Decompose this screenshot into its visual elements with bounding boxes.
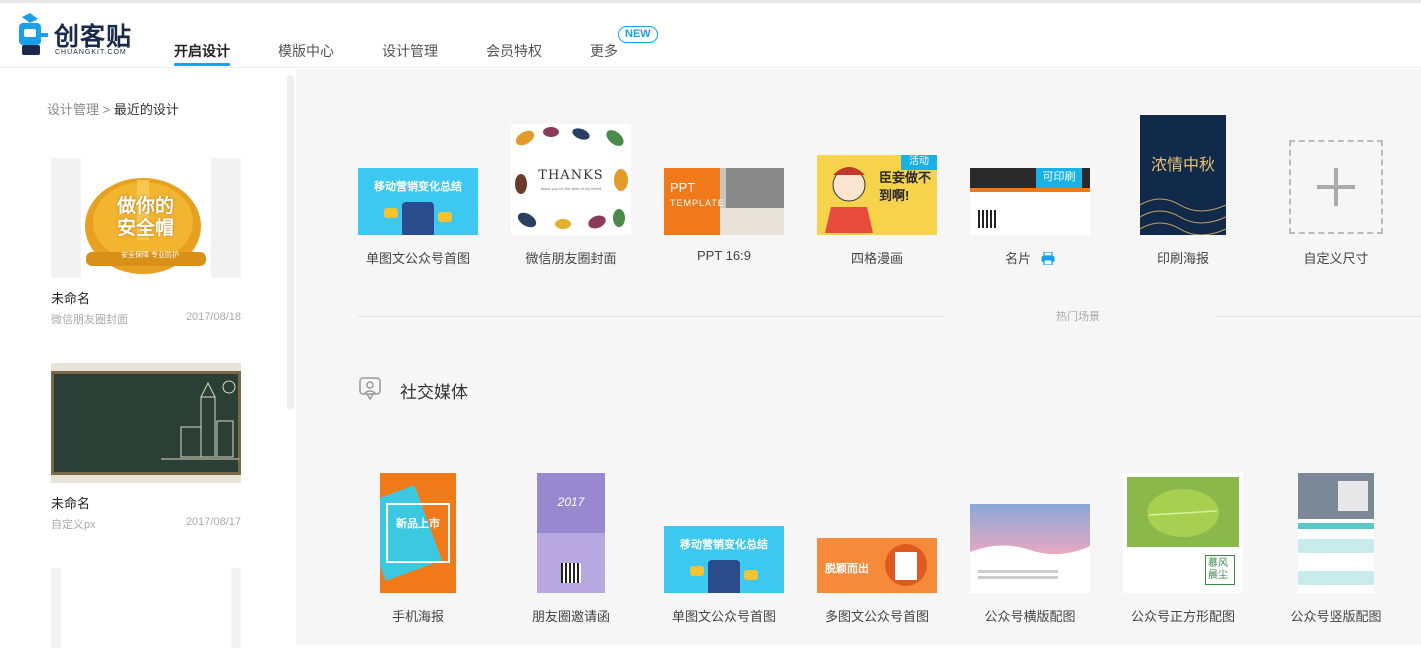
divider-line xyxy=(358,316,945,317)
nav-member-privileges[interactable]: 会员特权 xyxy=(486,41,542,61)
design-meta: 微信朋友圈封面 2017/08/18 xyxy=(51,311,241,327)
template-label[interactable]: 单图文公众号首图 xyxy=(644,606,804,625)
custom-size-button[interactable] xyxy=(1289,140,1383,234)
breadcrumb: 设计管理 > 最近的设计 xyxy=(47,99,179,118)
main-area: 移动营销变化总结 单图文公众号首图 THANKS thank you for t… xyxy=(296,69,1421,645)
comic-character-image xyxy=(825,167,873,233)
template-label[interactable]: 微信朋友圈封面 xyxy=(491,248,651,267)
template-thumb-business-card[interactable]: 可印刷 xyxy=(970,168,1090,235)
template-thumb-horizontal-image[interactable] xyxy=(970,504,1090,593)
template-label[interactable]: 公众号正方形配图 xyxy=(1103,606,1263,625)
template-label[interactable]: 朋友圈邀请函 xyxy=(491,606,651,625)
template-label[interactable]: 四格漫画 xyxy=(797,248,957,267)
template-thumb-moments-cover[interactable]: THANKS thank you for the time of my frie… xyxy=(511,124,631,235)
logo-mascot-icon xyxy=(19,13,48,55)
breadcrumb-current: 最近的设计 xyxy=(113,102,179,117)
template-label[interactable]: 公众号横版配图 xyxy=(950,606,1110,625)
wave-image xyxy=(970,545,1090,564)
recent-design-card[interactable] xyxy=(51,568,241,648)
thumb-title: 做你的 安全帽 xyxy=(117,196,175,239)
template-label[interactable]: 名片 xyxy=(950,248,1110,267)
template-label[interactable]: 自定义尺寸 xyxy=(1256,248,1416,267)
template-label[interactable]: 印刷海报 xyxy=(1103,248,1263,267)
recent-design-card[interactable]: 做你的 安全帽 安全保障 专业防护 未命名 微信朋友圈封面 2017/08/18 xyxy=(51,158,241,327)
design-date: 2017/08/18 xyxy=(185,311,241,323)
template-thumb-invitation[interactable]: 2017 xyxy=(537,473,605,593)
template-label[interactable]: 手机海报 xyxy=(338,606,498,625)
recent-design-card[interactable]: 未命名 自定义px 2017/08/17 xyxy=(51,363,241,532)
thumb-subtext: 安全保障 专业防护 xyxy=(121,252,179,259)
design-thumbnail[interactable]: 做你的 安全帽 安全保障 专业防护 xyxy=(51,158,241,278)
logo-text: 创客贴 xyxy=(54,22,133,51)
new-badge: NEW xyxy=(618,26,658,43)
sidebar: 设计管理 > 最近的设计 做你的 安全帽 安全保障 专业防护 未命名 微信朋友圈… xyxy=(0,69,295,648)
template-label[interactable]: 单图文公众号首图 xyxy=(338,248,498,267)
breadcrumb-separator: > xyxy=(102,102,111,117)
design-thumbnail[interactable] xyxy=(51,568,241,648)
template-thumb-vertical-image[interactable] xyxy=(1298,473,1374,593)
printable-badge: 可印刷 xyxy=(1036,168,1082,188)
template-thumb-ppt[interactable]: PPT TEMPLATE xyxy=(664,168,784,235)
breadcrumb-parent[interactable]: 设计管理 xyxy=(47,102,99,117)
logo[interactable]: 创客贴 CHUANGKIT.COM xyxy=(16,13,136,63)
logo-subtext: CHUANGKIT.COM xyxy=(55,49,127,56)
design-name: 未命名 xyxy=(51,291,91,306)
leaf-image xyxy=(1147,489,1219,537)
nav-active-underline xyxy=(174,63,230,66)
nav-template-center[interactable]: 模版中心 xyxy=(278,41,334,61)
chalk-castle-icon xyxy=(161,380,239,460)
design-meta: 自定义px 2017/08/17 xyxy=(51,516,241,532)
nav-more[interactable]: 更多 xyxy=(590,41,618,61)
template-thumb-print-poster[interactable]: 浓情中秋 xyxy=(1140,115,1226,235)
template-thumb-multi-article-cover[interactable]: 脱颖而出 xyxy=(817,538,937,593)
header: 创客贴 CHUANGKIT.COM 开启设计 模版中心 设计管理 会员特权 更多… xyxy=(0,3,1421,68)
nav-start-design[interactable]: 开启设计 xyxy=(174,41,230,61)
design-thumbnail[interactable] xyxy=(51,363,241,483)
template-label[interactable]: 公众号竖版配图 xyxy=(1256,606,1416,625)
template-thumb-mobile-poster[interactable]: 新品上市 xyxy=(380,473,456,593)
design-date: 2017/08/17 xyxy=(185,516,241,528)
waves-image xyxy=(1140,198,1226,235)
template-thumb-comic[interactable]: 臣妾做不到啊! 活动 xyxy=(817,155,937,235)
section-title: 社交媒体 xyxy=(400,383,468,402)
plus-icon xyxy=(1317,168,1355,206)
design-type: 自定义px xyxy=(51,519,96,531)
template-label[interactable]: PPT 16:9 xyxy=(644,248,804,263)
activity-badge: 活动 xyxy=(901,155,937,170)
design-name: 未命名 xyxy=(51,496,91,511)
social-media-icon xyxy=(359,377,381,400)
template-label[interactable]: 多图文公众号首图 xyxy=(797,606,957,625)
design-type: 微信朋友圈封面 xyxy=(51,314,128,326)
printer-icon xyxy=(1041,251,1055,266)
divider-line xyxy=(1216,316,1421,317)
nav-design-management[interactable]: 设计管理 xyxy=(382,41,438,61)
hot-scene-label: 热门场景 xyxy=(1056,311,1100,323)
sidebar-scrollbar[interactable] xyxy=(287,75,294,410)
template-thumb-article-cover[interactable]: 移动营销变化总结 xyxy=(664,526,784,593)
template-thumb-article-cover[interactable]: 移动营销变化总结 xyxy=(358,168,478,235)
template-thumb-square-image[interactable]: 慕风晨尘 xyxy=(1123,473,1243,593)
